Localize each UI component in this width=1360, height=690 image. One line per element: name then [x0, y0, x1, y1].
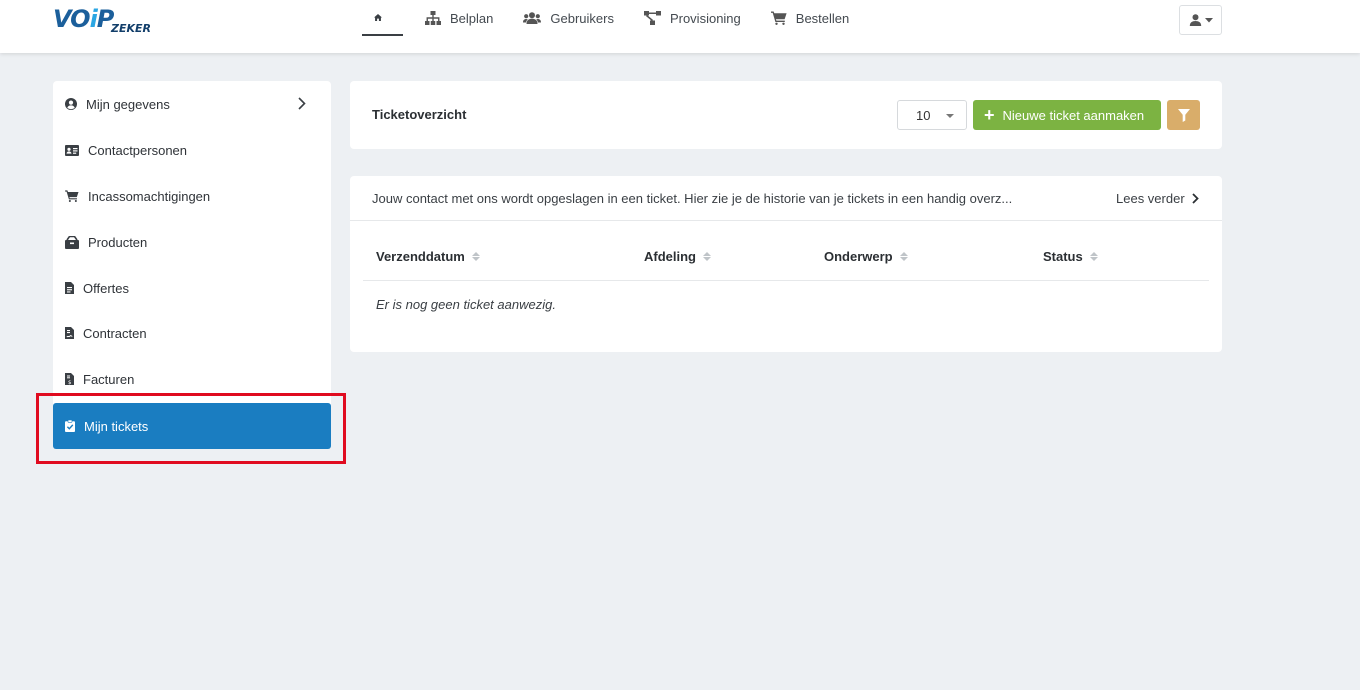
page-size-select[interactable]: 10 [897, 100, 967, 130]
sidebar-item-label: Offertes [83, 280, 130, 296]
nav-belplan-label: Belplan [450, 10, 494, 26]
sidebar-item-producten[interactable]: Producten [53, 219, 331, 265]
table-header-divider [363, 280, 1209, 281]
ticket-list-card: Jouw contact met ons wordt opgeslagen in… [350, 176, 1222, 352]
sidebar-item-label: Contactpersonen [88, 142, 188, 158]
logo-main: VOiP [53, 5, 114, 33]
sidebar-item-contactpersonen[interactable]: Contactpersonen [53, 127, 331, 173]
sidebar-item-label: Incassomachtigingen [88, 188, 211, 204]
chevron-right-icon [298, 97, 306, 110]
sidebar-item-label: Facturen [83, 371, 135, 387]
sort-icon [471, 252, 480, 261]
file-invoice-icon: $ [65, 373, 74, 385]
column-header-status[interactable]: Status [1043, 249, 1098, 264]
nav-provisioning-label: Provisioning [669, 10, 741, 26]
empty-table-message: Er is nog geen ticket aanwezig. [376, 297, 556, 312]
nav-bestellen-label: Bestellen [795, 10, 850, 26]
ticket-info-text: Jouw contact met ons wordt opgeslagen in… [372, 191, 1013, 206]
file-contract-icon [65, 327, 74, 339]
divider [350, 220, 1222, 221]
sidebar-item-offertes[interactable]: Offertes [53, 265, 331, 311]
box-icon [65, 235, 79, 249]
filter-icon [1177, 108, 1190, 122]
user-circle-icon [65, 98, 77, 110]
sort-icon [899, 252, 908, 261]
top-bar: VOiP ZEKER Belplan Gebruikers Provisioni… [0, 0, 1360, 53]
sort-icon [703, 252, 711, 261]
voipzeker-logo[interactable]: VOiP ZEKER [53, 6, 165, 36]
plus-icon: + [984, 105, 995, 125]
file-icon [65, 282, 74, 294]
network-icon [643, 11, 661, 25]
nav-bestellen[interactable]: Bestellen [759, 0, 861, 36]
users-icon [523, 12, 542, 24]
chevron-right-icon [1192, 193, 1199, 204]
svg-text:$: $ [68, 380, 72, 385]
home-icon [374, 13, 382, 21]
main-nav: Belplan Gebruikers Provisioning Bestelle… [362, 0, 867, 53]
read-more-label: Lees verder [1116, 191, 1185, 206]
sidebar-item-label: Producten [88, 234, 148, 250]
page-size-value: 10 [916, 108, 931, 123]
nav-provisioning[interactable]: Provisioning [632, 0, 753, 36]
highlight-box [36, 393, 346, 464]
caret-down-icon [946, 114, 954, 118]
nav-belplan[interactable]: Belplan [413, 0, 505, 36]
cart-icon [65, 190, 79, 202]
id-card-icon [65, 144, 79, 156]
nav-home[interactable] [362, 0, 403, 36]
sidebar-item-contracten[interactable]: Contracten [53, 310, 331, 356]
new-ticket-button-label: Nieuwe ticket aanmaken [1002, 107, 1145, 123]
page-title: Ticketoverzicht [372, 107, 467, 122]
read-more-link[interactable]: Lees verder [1116, 191, 1199, 206]
user-icon [1189, 14, 1201, 26]
sidebar-item-label: Contracten [83, 325, 147, 341]
new-ticket-button[interactable]: + Nieuwe ticket aanmaken [973, 100, 1161, 130]
sort-icon [1089, 252, 1098, 261]
sidebar-item-incassomachtigingen[interactable]: Incassomachtigingen [53, 173, 331, 219]
nav-gebruikers[interactable]: Gebruikers [511, 0, 626, 36]
logo-sub: ZEKER [111, 22, 151, 35]
nav-gebruikers-label: Gebruikers [550, 10, 614, 26]
column-header-afdeling[interactable]: Afdeling [644, 249, 711, 264]
ticket-overview-header: Ticketoverzicht 10 + Nieuwe ticket aanma… [350, 81, 1222, 149]
sitemap-icon [425, 11, 441, 25]
column-header-verzenddatum[interactable]: Verzenddatum [376, 249, 480, 264]
user-menu-button[interactable] [1179, 5, 1222, 35]
filter-button[interactable] [1167, 100, 1200, 130]
caret-down-icon [1204, 17, 1213, 22]
cart-icon [770, 11, 787, 25]
sidebar-item-label: Mijn gegevens [86, 96, 170, 112]
column-header-onderwerp[interactable]: Onderwerp [824, 249, 908, 264]
sidebar-item-mijn-gegevens[interactable]: Mijn gegevens [53, 81, 331, 127]
